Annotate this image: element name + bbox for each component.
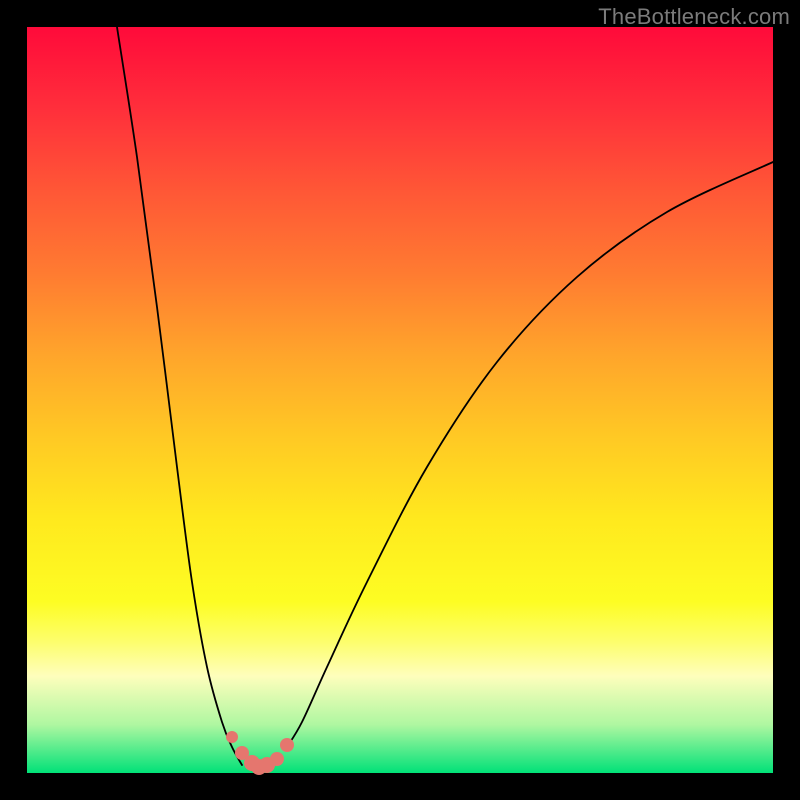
marker-dot <box>226 731 238 743</box>
bottom-marker-dots <box>226 731 294 775</box>
chart-plot-area <box>27 27 773 773</box>
marker-dot <box>270 752 284 766</box>
curve-svg <box>27 27 773 773</box>
curve-left-branch <box>117 27 242 765</box>
curve-right-branch <box>287 162 773 747</box>
marker-dot <box>280 738 294 752</box>
